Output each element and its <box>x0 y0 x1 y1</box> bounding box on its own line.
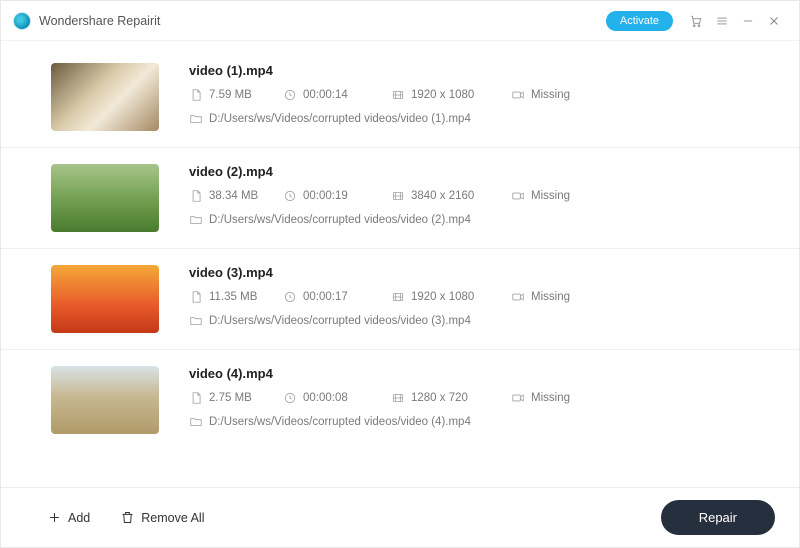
folder-icon <box>189 213 203 227</box>
file-info: video (1).mp4 7.59 MB 00:00:14 1920 x 10… <box>189 63 771 126</box>
file-path-value: D:/Users/ws/Videos/corrupted videos/vide… <box>209 315 471 327</box>
file-status-value: Missing <box>531 291 570 303</box>
cart-icon[interactable] <box>683 8 709 34</box>
file-row[interactable]: video (1).mp4 7.59 MB 00:00:14 1920 x 10… <box>1 47 799 148</box>
folder-icon <box>189 314 203 328</box>
file-resolution-value: 1920 x 1080 <box>411 291 474 303</box>
minimize-icon[interactable] <box>735 8 761 34</box>
file-path-value: D:/Users/ws/Videos/corrupted videos/vide… <box>209 416 471 428</box>
file-duration: 00:00:14 <box>283 88 391 102</box>
close-icon[interactable] <box>761 8 787 34</box>
file-row[interactable]: video (4).mp4 2.75 MB 00:00:08 1280 x 72… <box>1 350 799 450</box>
add-label: Add <box>68 511 90 525</box>
file-icon <box>189 88 203 102</box>
camera-icon <box>511 391 525 405</box>
video-thumbnail[interactable] <box>51 164 159 232</box>
resolution-icon <box>391 391 405 405</box>
file-duration: 00:00:08 <box>283 391 391 405</box>
file-status-value: Missing <box>531 392 570 404</box>
add-button[interactable]: Add <box>43 506 94 529</box>
app-window: Wondershare Repairit Activate video (1).… <box>0 0 800 548</box>
file-resolution-value: 1920 x 1080 <box>411 89 474 101</box>
file-resolution: 3840 x 2160 <box>391 189 511 203</box>
file-path-value: D:/Users/ws/Videos/corrupted videos/vide… <box>209 113 471 125</box>
file-meta-row: 38.34 MB 00:00:19 3840 x 2160 Missing <box>189 189 771 203</box>
file-info: video (2).mp4 38.34 MB 00:00:19 3840 x 2… <box>189 164 771 227</box>
trash-icon <box>120 510 135 525</box>
video-thumbnail[interactable] <box>51 63 159 131</box>
file-status: Missing <box>511 391 570 405</box>
file-name: video (3).mp4 <box>189 265 771 280</box>
file-size: 2.75 MB <box>189 391 283 405</box>
file-size-value: 7.59 MB <box>209 89 252 101</box>
clock-icon <box>283 88 297 102</box>
file-meta-row: 11.35 MB 00:00:17 1920 x 1080 Missing <box>189 290 771 304</box>
remove-all-button[interactable]: Remove All <box>116 506 208 529</box>
footer-bar: Add Remove All Repair <box>1 487 799 547</box>
resolution-icon <box>391 290 405 304</box>
file-resolution: 1920 x 1080 <box>391 88 511 102</box>
activate-button[interactable]: Activate <box>606 11 673 31</box>
remove-all-label: Remove All <box>141 511 204 525</box>
app-title: Wondershare Repairit <box>39 14 160 28</box>
file-size: 7.59 MB <box>189 88 283 102</box>
file-size-value: 11.35 MB <box>209 291 257 303</box>
repair-button[interactable]: Repair <box>661 500 775 535</box>
resolution-icon <box>391 88 405 102</box>
file-name: video (4).mp4 <box>189 366 771 381</box>
file-size: 11.35 MB <box>189 290 283 304</box>
file-status: Missing <box>511 189 570 203</box>
folder-icon <box>189 112 203 126</box>
file-duration-value: 00:00:08 <box>303 392 348 404</box>
file-duration: 00:00:17 <box>283 290 391 304</box>
video-thumbnail[interactable] <box>51 366 159 434</box>
file-path: D:/Users/ws/Videos/corrupted videos/vide… <box>189 112 771 126</box>
titlebar: Wondershare Repairit Activate <box>1 1 799 41</box>
file-icon <box>189 391 203 405</box>
file-duration: 00:00:19 <box>283 189 391 203</box>
file-name: video (1).mp4 <box>189 63 771 78</box>
folder-icon <box>189 415 203 429</box>
clock-icon <box>283 189 297 203</box>
file-duration-value: 00:00:14 <box>303 89 348 101</box>
camera-icon <box>511 88 525 102</box>
clock-icon <box>283 391 297 405</box>
file-status-value: Missing <box>531 89 570 101</box>
resolution-icon <box>391 189 405 203</box>
file-path: D:/Users/ws/Videos/corrupted videos/vide… <box>189 213 771 227</box>
file-row[interactable]: video (3).mp4 11.35 MB 00:00:17 1920 x 1… <box>1 249 799 350</box>
file-row[interactable]: video (2).mp4 38.34 MB 00:00:19 3840 x 2… <box>1 148 799 249</box>
file-path: D:/Users/ws/Videos/corrupted videos/vide… <box>189 415 771 429</box>
file-duration-value: 00:00:17 <box>303 291 348 303</box>
file-resolution-value: 3840 x 2160 <box>411 190 474 202</box>
file-meta-row: 2.75 MB 00:00:08 1280 x 720 Missing <box>189 391 771 405</box>
menu-icon[interactable] <box>709 8 735 34</box>
file-status-value: Missing <box>531 190 570 202</box>
file-resolution: 1280 x 720 <box>391 391 511 405</box>
file-path: D:/Users/ws/Videos/corrupted videos/vide… <box>189 314 771 328</box>
file-duration-value: 00:00:19 <box>303 190 348 202</box>
file-path-value: D:/Users/ws/Videos/corrupted videos/vide… <box>209 214 471 226</box>
video-thumbnail[interactable] <box>51 265 159 333</box>
plus-icon <box>47 510 62 525</box>
file-resolution-value: 1280 x 720 <box>411 392 468 404</box>
file-resolution: 1920 x 1080 <box>391 290 511 304</box>
file-icon <box>189 290 203 304</box>
app-logo-icon <box>13 12 31 30</box>
file-status: Missing <box>511 88 570 102</box>
file-size-value: 2.75 MB <box>209 392 252 404</box>
file-info: video (3).mp4 11.35 MB 00:00:17 1920 x 1… <box>189 265 771 328</box>
file-status: Missing <box>511 290 570 304</box>
file-size: 38.34 MB <box>189 189 283 203</box>
file-icon <box>189 189 203 203</box>
file-size-value: 38.34 MB <box>209 190 258 202</box>
clock-icon <box>283 290 297 304</box>
file-meta-row: 7.59 MB 00:00:14 1920 x 1080 Missing <box>189 88 771 102</box>
file-info: video (4).mp4 2.75 MB 00:00:08 1280 x 72… <box>189 366 771 429</box>
file-name: video (2).mp4 <box>189 164 771 179</box>
file-list[interactable]: video (1).mp4 7.59 MB 00:00:14 1920 x 10… <box>1 41 799 487</box>
camera-icon <box>511 189 525 203</box>
camera-icon <box>511 290 525 304</box>
